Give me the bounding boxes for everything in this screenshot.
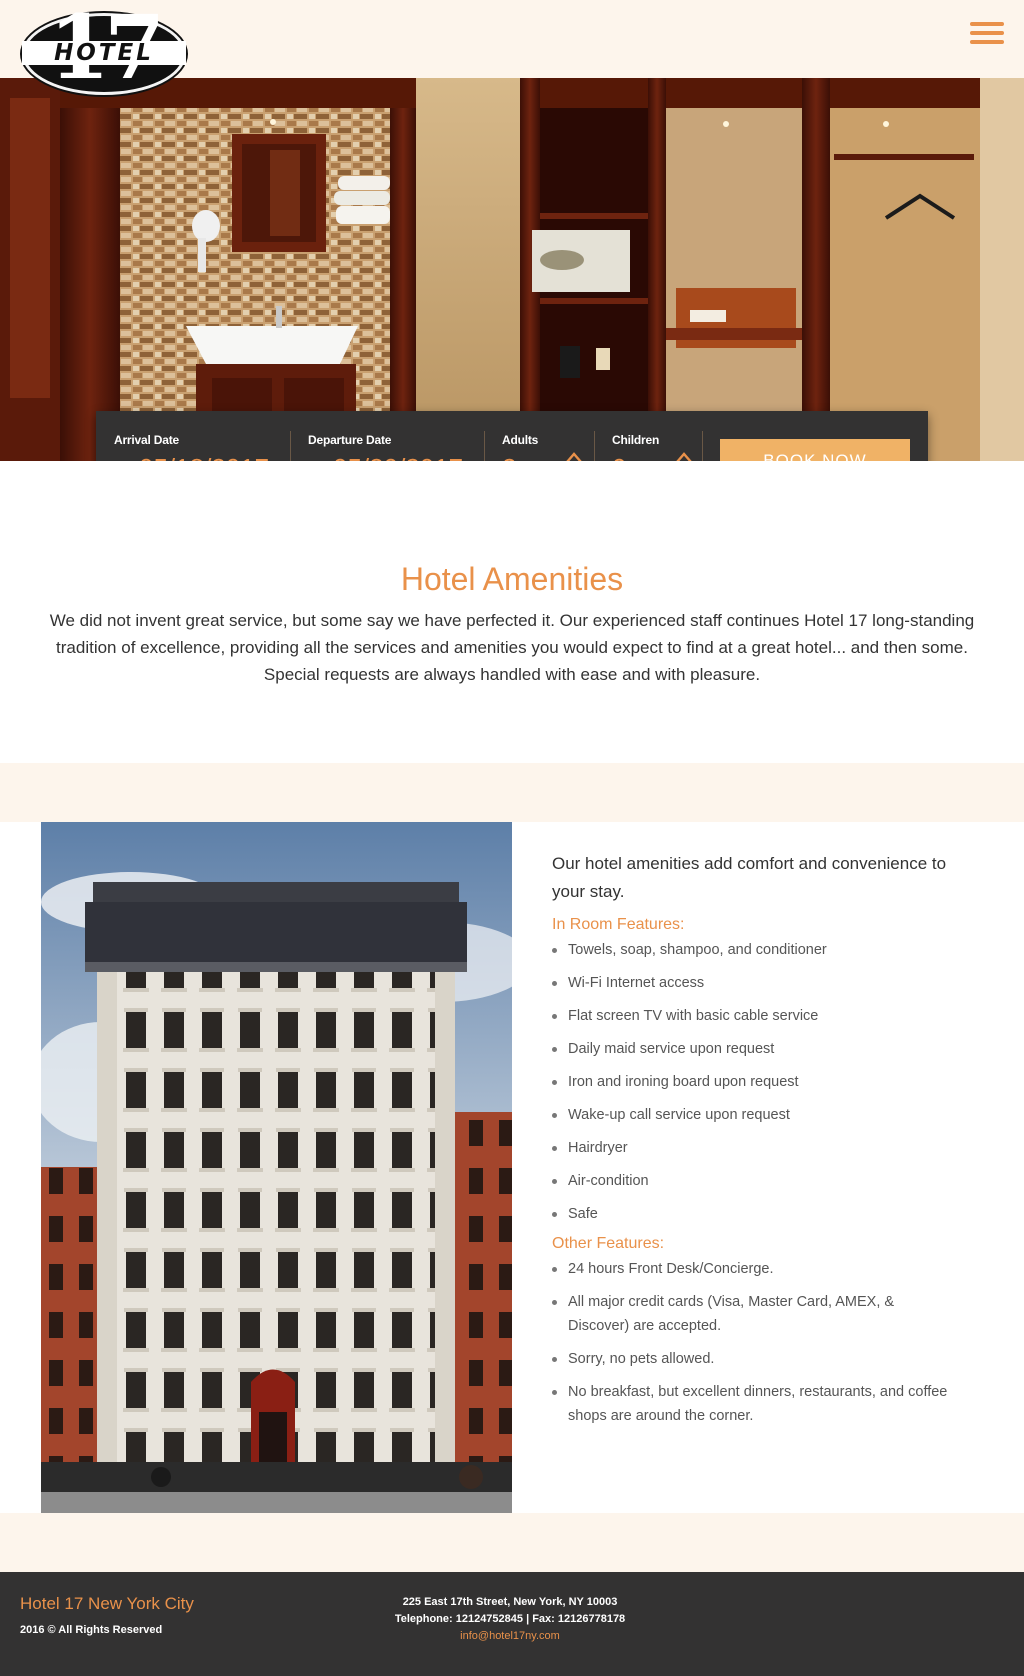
list-item: Air-condition (552, 1169, 952, 1193)
hero-image-room-interior (0, 78, 1024, 461)
hotel-building-image (41, 822, 512, 1513)
section-divider-band (0, 763, 1024, 822)
site-footer: Hotel 17 New York City 2016 © All Rights… (0, 1572, 1024, 1676)
list-item: All major credit cards (Visa, Master Car… (552, 1290, 952, 1338)
departure-date-label: Departure Date (308, 433, 392, 447)
in-room-list: Towels, soap, shampoo, and conditioner W… (552, 938, 952, 1226)
logo-word: HOTEL (22, 41, 186, 65)
building-illustration (41, 822, 512, 1513)
other-features-list: 24 hours Front Desk/Concierge. All major… (552, 1257, 952, 1428)
list-item: Safe (552, 1202, 952, 1226)
list-item: Towels, soap, shampoo, and conditioner (552, 938, 952, 962)
list-item: Hairdryer (552, 1136, 952, 1160)
footer-phone: Telephone: 12124752845 | Fax: 1212677817… (394, 1613, 626, 1625)
list-item: Wake-up call service upon request (552, 1103, 952, 1127)
site-header: 17 HOTEL (0, 0, 1024, 95)
hamburger-menu-icon[interactable] (970, 22, 1004, 48)
features-section: Our hotel amenities add comfort and conv… (0, 822, 1024, 1513)
children-label: Children (612, 433, 660, 447)
page-title: Hotel Amenities (400, 561, 624, 597)
section-divider-band (0, 1513, 1024, 1572)
other-features-heading: Other Features: (552, 1235, 665, 1252)
features-text: Our hotel amenities add comfort and conv… (552, 850, 952, 1437)
hotel-17-logo[interactable]: 17 HOTEL (22, 0, 188, 95)
footer-contact: 225 East 17th Street, New York, NY 10003… (360, 1594, 660, 1645)
features-intro: Our hotel amenities add comfort and conv… (552, 854, 947, 901)
footer-title: Hotel 17 New York City (20, 1594, 194, 1613)
adults-label: Adults (502, 433, 539, 447)
list-item: No breakfast, but excellent dinners, res… (552, 1380, 952, 1428)
list-item: Sorry, no pets allowed. (552, 1347, 952, 1371)
in-room-heading: In Room Features: (552, 916, 685, 933)
footer-copyright: 2016 © All Rights Reserved (20, 1624, 163, 1636)
footer-address: 225 East 17th Street, New York, NY 10003 (402, 1596, 618, 1608)
footer-email-link[interactable]: info@hotel17ny.com (360, 1628, 660, 1645)
amenities-section: Hotel Amenities We did not invent great … (0, 461, 1024, 763)
list-item: Flat screen TV with basic cable service (552, 1004, 952, 1028)
list-item: Daily maid service upon request (552, 1037, 952, 1061)
amenities-description: We did not invent great service, but som… (49, 611, 975, 684)
list-item: 24 hours Front Desk/Concierge. (552, 1257, 952, 1281)
arrival-date-label: Arrival Date (114, 433, 179, 447)
list-item: Wi-Fi Internet access (552, 971, 952, 995)
room-illustration (0, 78, 1024, 461)
list-item: Iron and ironing board upon request (552, 1070, 952, 1094)
